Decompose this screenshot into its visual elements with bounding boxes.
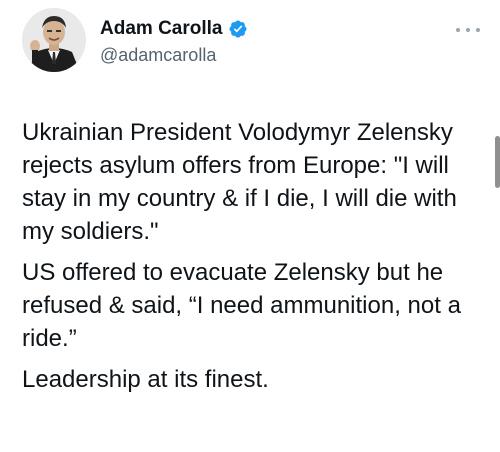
dot-icon xyxy=(476,28,480,32)
tweet: Adam Carolla @adamcarolla Ukrainian Pres… xyxy=(0,0,500,452)
dot-icon xyxy=(466,28,470,32)
tweet-text: Ukrainian President Volodymyr Zelensky r… xyxy=(22,116,488,404)
author-handle[interactable]: @adamcarolla xyxy=(100,44,216,66)
avatar-image xyxy=(22,8,86,72)
tweet-paragraph: Leadership at its finest. xyxy=(22,366,269,393)
author-name-row: Adam Carolla xyxy=(100,18,248,40)
verified-badge-icon xyxy=(228,19,248,39)
dot-icon xyxy=(456,28,460,32)
more-options-icon[interactable] xyxy=(454,22,482,38)
scrollbar[interactable] xyxy=(495,136,500,188)
avatar[interactable] xyxy=(22,8,86,72)
tweet-paragraph: Ukrainian President Volodymyr Zelensky r… xyxy=(22,119,457,245)
tweet-paragraph: US offered to evacuate Zelensky but he r… xyxy=(22,259,461,352)
author-display-name[interactable]: Adam Carolla xyxy=(100,18,222,40)
